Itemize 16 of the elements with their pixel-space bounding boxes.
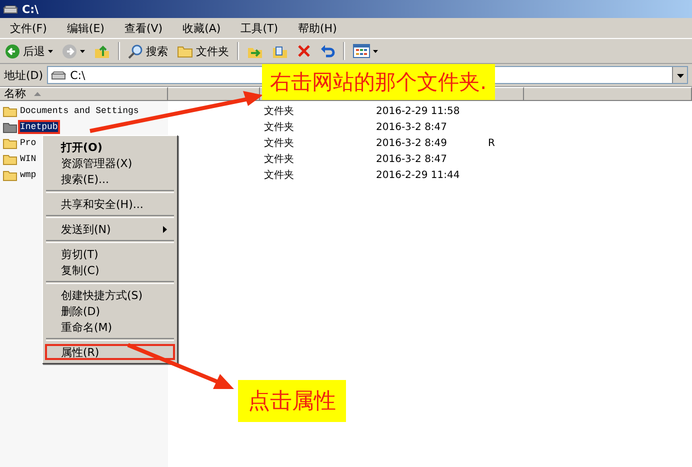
file-type: 文件夹 (264, 168, 295, 182)
address-value: C:\ (70, 68, 86, 82)
modified-date: 2016-3-2 8:47 (376, 154, 448, 164)
file-attributes: R (488, 138, 496, 148)
modified-date: 2016-3-2 8:47 (376, 122, 448, 132)
modified-date: 2016-2-29 11:58 (376, 106, 461, 116)
file-type: 文件夹 (264, 136, 295, 150)
modified-date: 2016-2-29 11:44 (376, 170, 461, 180)
file-type: 文件夹 (264, 152, 295, 166)
address-label: 地址(D) (4, 68, 44, 82)
window-title: C:\ (22, 2, 38, 16)
file-type: 文件夹 (264, 104, 295, 118)
modified-date: 2016-3-2 8:49 (376, 138, 448, 148)
callout-tooltip: 点击属性 (238, 380, 346, 422)
callout-tooltip: 右击网站的那个文件夹. (262, 64, 495, 100)
file-type: 文件夹 (264, 120, 295, 134)
